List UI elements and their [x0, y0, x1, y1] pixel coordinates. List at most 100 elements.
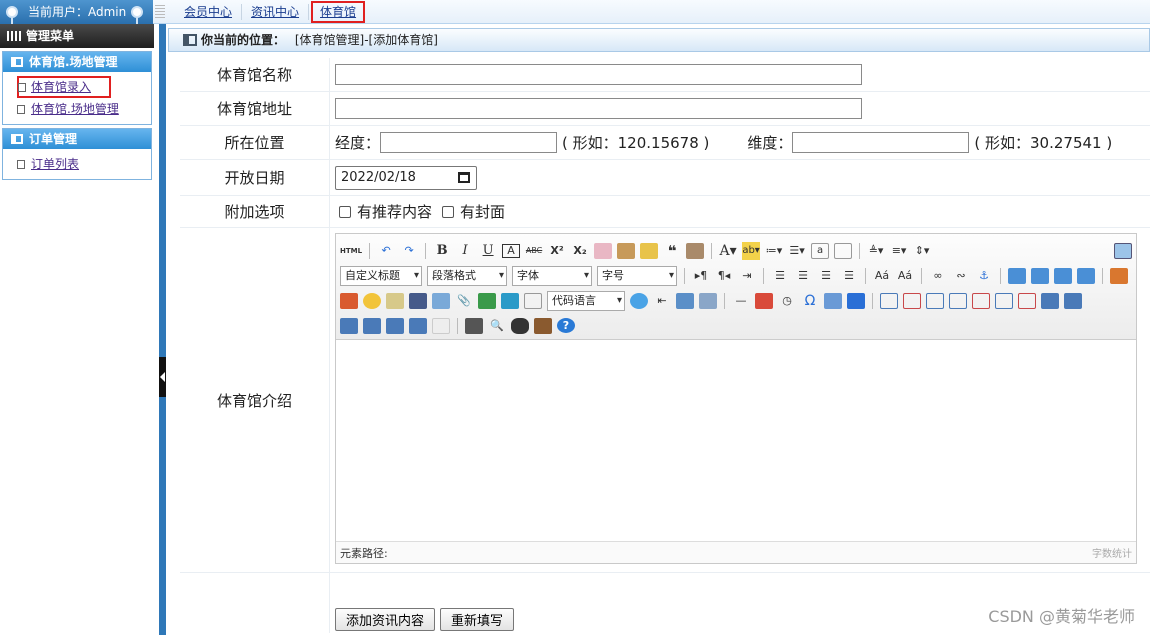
multi-image-icon[interactable] — [340, 292, 358, 309]
chart-icon[interactable] — [432, 317, 450, 334]
pagebreak-icon[interactable]: ⇤ — [653, 292, 671, 310]
unlink-icon[interactable]: ∾ — [952, 267, 970, 285]
insert-frame-icon[interactable]: a — [811, 242, 830, 259]
align-justify-icon[interactable]: ☰ — [840, 267, 858, 285]
snapscreen-icon[interactable] — [824, 292, 842, 309]
align-right-icon[interactable]: ☰ — [817, 267, 835, 285]
highlight-icon[interactable]: ab▾ — [742, 241, 761, 260]
font-border-icon[interactable]: A — [502, 243, 521, 258]
subscript-icon[interactable]: X₂ — [571, 242, 589, 260]
menu-group-header[interactable]: 订单管理 — [3, 129, 151, 149]
gym-name-input[interactable] — [335, 64, 862, 85]
insert-col-icon[interactable] — [995, 292, 1013, 309]
calendar-icon[interactable] — [458, 172, 470, 183]
underline-icon[interactable]: U — [479, 242, 497, 260]
insert-paragraph-before-table-icon[interactable] — [926, 292, 944, 309]
redo-icon[interactable]: ↷ — [400, 242, 418, 260]
link-icon[interactable]: ∞ — [929, 267, 947, 285]
nav-member-center[interactable]: 会员中心 — [175, 4, 243, 20]
recommend-checkbox[interactable] — [339, 205, 351, 218]
custom-title-select[interactable]: 自定义标题 — [340, 265, 422, 286]
menu-group-header[interactable]: 体育馆.场地管理 — [3, 52, 151, 72]
html-source-button[interactable]: HTML — [340, 242, 362, 260]
scrawl-icon[interactable] — [386, 292, 404, 309]
uppercase-icon[interactable]: Aá — [873, 267, 891, 285]
format-brush-icon[interactable] — [617, 242, 636, 259]
indent-icon[interactable]: ⇥ — [738, 267, 756, 285]
gmap-icon[interactable] — [501, 292, 519, 309]
map-icon[interactable] — [478, 292, 496, 309]
fullscreen-icon[interactable] — [1114, 242, 1132, 259]
webapp-icon[interactable] — [630, 292, 648, 309]
print-icon[interactable] — [465, 317, 483, 334]
unordered-list-icon[interactable]: ☰▾ — [788, 242, 806, 260]
template-icon[interactable] — [676, 292, 694, 309]
font-family-select[interactable]: 字体 — [512, 265, 592, 286]
row-spacing-bottom-icon[interactable]: ≡▾ — [890, 242, 908, 260]
special-char-icon[interactable]: Ω — [801, 292, 819, 310]
preview-icon[interactable]: 🔍 — [488, 317, 506, 335]
sidebar-item-gym-venue-management[interactable]: 体育馆.场地管理 — [3, 98, 151, 120]
word-image-icon[interactable] — [847, 292, 865, 309]
date-icon[interactable] — [755, 292, 773, 309]
paste-plain-icon[interactable] — [686, 242, 705, 259]
align-center-icon[interactable]: ☰ — [794, 267, 812, 285]
lowercase-icon[interactable]: Aá — [896, 267, 914, 285]
submit-button[interactable]: 添加资讯内容 — [335, 608, 436, 631]
help-icon[interactable]: ? — [557, 318, 575, 333]
open-date-input[interactable]: 2022/02/18 — [335, 165, 477, 190]
rtl-icon[interactable]: ¶◂ — [715, 267, 733, 285]
superscript-icon[interactable]: X² — [548, 242, 566, 260]
ordered-list-icon[interactable]: ≔▾ — [765, 242, 783, 260]
strikethrough-icon[interactable]: ABC — [525, 242, 543, 260]
insert-image-icon[interactable] — [1110, 267, 1128, 284]
emoticon-icon[interactable] — [363, 292, 381, 309]
insert-table-icon[interactable] — [880, 292, 898, 309]
image-center-icon[interactable] — [1077, 267, 1095, 284]
cover-checkbox[interactable] — [442, 205, 455, 218]
image-left-icon[interactable] — [1008, 267, 1026, 284]
anchor-icon[interactable]: ⚓ — [975, 267, 993, 285]
background-icon[interactable] — [699, 292, 717, 309]
nav-news-center[interactable]: 资讯中心 — [242, 4, 310, 20]
video-icon[interactable] — [409, 292, 427, 309]
font-color-icon[interactable]: A▾ — [719, 242, 737, 260]
row-spacing-top-icon[interactable]: ≜▾ — [867, 242, 885, 260]
merge-cells-icon[interactable] — [1041, 292, 1059, 309]
reset-button[interactable]: 重新填写 — [440, 608, 515, 631]
time-icon[interactable]: ◷ — [778, 292, 796, 310]
clear-doc-icon[interactable] — [834, 242, 853, 259]
sidebar-divider[interactable] — [159, 24, 166, 635]
undo-icon[interactable]: ↶ — [377, 242, 395, 260]
blockquote-icon[interactable]: ❝ — [663, 242, 681, 260]
delete-table-icon[interactable] — [903, 292, 921, 309]
collapse-sidebar-button[interactable] — [159, 357, 166, 397]
editor-content-area[interactable] — [336, 340, 1136, 541]
code-language-select[interactable]: 代码语言 — [547, 290, 625, 311]
ltr-icon[interactable]: ▸¶ — [692, 267, 710, 285]
eraser-icon[interactable] — [594, 242, 613, 259]
align-left-icon[interactable]: ☰ — [771, 267, 789, 285]
paragraph-format-select[interactable]: 段落格式 — [427, 265, 507, 286]
image-none-icon[interactable] — [1031, 267, 1049, 284]
longitude-input[interactable] — [380, 132, 558, 153]
attachment-icon[interactable]: 📎 — [455, 292, 473, 310]
latitude-input[interactable] — [792, 132, 970, 153]
music-icon[interactable] — [432, 292, 450, 309]
insert-frame-page-icon[interactable] — [524, 292, 542, 309]
merge-down-icon[interactable] — [340, 317, 358, 334]
auto-format-icon[interactable] — [640, 242, 659, 259]
split-rows-icon[interactable] — [386, 317, 404, 334]
delete-col-icon[interactable] — [1018, 292, 1036, 309]
image-right-icon[interactable] — [1054, 267, 1072, 284]
italic-icon[interactable]: I — [456, 242, 474, 260]
line-height-icon[interactable]: ⇕▾ — [913, 242, 931, 260]
merge-right-icon[interactable] — [1064, 292, 1082, 309]
sidebar-item-gym-entry[interactable]: 体育馆录入 — [17, 76, 111, 98]
split-cells-icon[interactable] — [363, 317, 381, 334]
drafts-icon[interactable] — [534, 317, 552, 334]
insert-row-icon[interactable] — [949, 292, 967, 309]
horizontal-rule-icon[interactable]: — — [732, 292, 750, 310]
nav-gymnasium[interactable]: 体育馆 — [311, 1, 366, 23]
delete-row-icon[interactable] — [972, 292, 990, 309]
